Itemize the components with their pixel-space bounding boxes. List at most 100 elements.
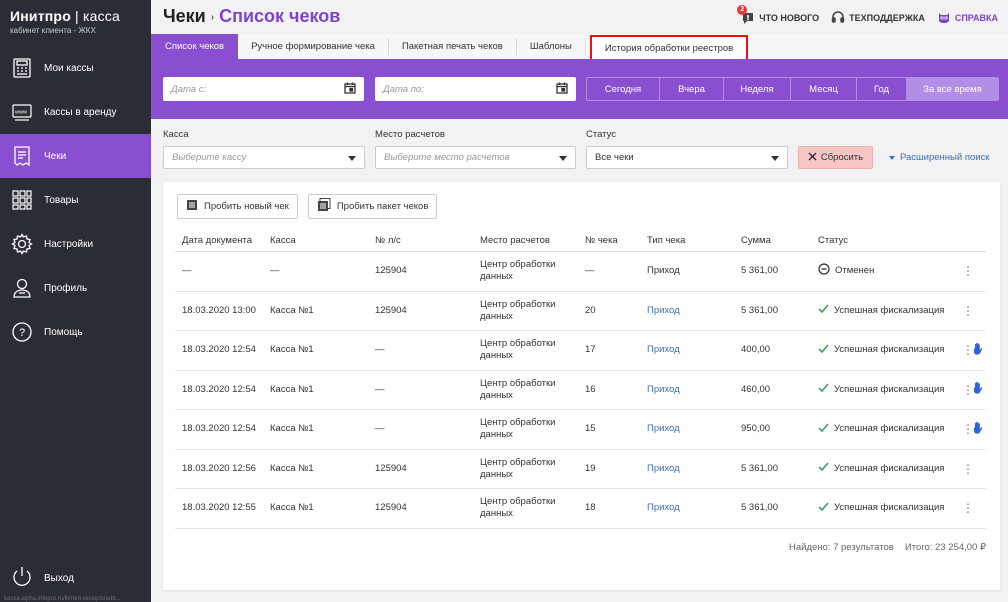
sidebar-item-label: Мои кассы	[44, 62, 94, 74]
col-account[interactable]: № л/с	[375, 235, 401, 247]
cell-sum: 950,00	[741, 423, 771, 435]
cell-kassa: Касса №1	[270, 344, 314, 356]
date-from-input[interactable]: Дата с:	[163, 77, 364, 101]
col-type[interactable]: Тип чека	[647, 235, 685, 247]
calendar-icon[interactable]	[344, 82, 356, 97]
col-number[interactable]: № чека	[585, 235, 618, 247]
logout-button[interactable]: Выход	[10, 565, 74, 592]
period-today[interactable]: Сегодня	[587, 78, 660, 100]
sidebar-item-profile[interactable]: Профиль	[0, 266, 151, 310]
results-total: Итого: 23 254,00 ₽	[904, 542, 986, 553]
table-row[interactable]: — — 125904 Центр обработки данных — Приход 5 3…	[175, 252, 986, 292]
whats-new-link[interactable]: 2 ЧТО НОВОГО	[737, 5, 820, 25]
header-links: 2 ЧТО НОВОГО ТЕХПОДДЕРЖКА СПРАВКА	[737, 5, 998, 26]
cell-account: 125904	[375, 462, 407, 474]
breadcrumb-parent[interactable]: Чеки	[163, 6, 206, 26]
advanced-search-link[interactable]: Расширенный поиск	[889, 152, 989, 163]
cell-account: 125904	[375, 304, 407, 316]
status-select[interactable]: Все чеки	[586, 146, 788, 169]
kassa-select-placeholder: Выберите кассу	[172, 152, 247, 163]
filters: Касса Выберите кассу Место расчетов Выбе…	[151, 119, 1008, 181]
cell-kassa: —	[270, 265, 280, 277]
place-select[interactable]: Выберите место расчетов	[375, 146, 576, 169]
col-sum[interactable]: Сумма	[741, 235, 771, 247]
chevron-down-icon	[559, 156, 567, 161]
table-row[interactable]: 18.03.2020 12:56 Касса №1 125904 Центр обра…	[175, 450, 986, 489]
cell-account: 125904	[375, 265, 407, 277]
col-kassa[interactable]: Касса	[270, 235, 296, 247]
receipt-icon	[10, 144, 34, 168]
cell-number: 19	[585, 462, 596, 474]
sidebar-item-goods[interactable]: Товары	[0, 178, 151, 222]
support-link[interactable]: ТЕХПОДДЕРЖКА	[831, 10, 925, 26]
more-vertical-icon[interactable]: ⋮	[962, 305, 974, 317]
tab-manual-receipt[interactable]: Ручное формирование чека	[238, 38, 389, 55]
col-place[interactable]: Место расчетов	[480, 235, 570, 247]
tab-receipt-list[interactable]: Список чеков	[151, 34, 239, 59]
brand-title[interactable]: Инитпро | касса	[10, 8, 141, 24]
col-status[interactable]: Статус	[818, 235, 848, 247]
brand-product: касса	[82, 8, 120, 24]
tab-templates[interactable]: Шаблоны	[517, 38, 586, 55]
cell-type[interactable]: Приход	[647, 502, 680, 514]
cell-status: Успешная фискализация	[818, 422, 944, 437]
table-row[interactable]: 18.03.2020 12:54 Касса №1 — Центр обработки…	[175, 410, 986, 450]
status-text: Успешная фискализация	[834, 344, 945, 356]
minus-circle-icon	[818, 263, 830, 279]
cell-type[interactable]: Приход	[647, 305, 680, 317]
table-row[interactable]: 18.03.2020 13:00 Касса №1 125904 Центр обра…	[175, 292, 986, 331]
user-icon	[10, 276, 34, 300]
support-label: ТЕХПОДДЕРЖКА	[849, 13, 925, 23]
cell-status: Успешная фискализация	[818, 343, 944, 358]
table-row[interactable]: 18.03.2020 12:55 Касса №1 125904 Центр обра…	[175, 489, 986, 529]
hand-icon[interactable]	[972, 421, 984, 438]
hand-icon[interactable]	[972, 381, 984, 398]
cell-place: Центр обработки данных	[480, 338, 556, 362]
table-row[interactable]: 18.03.2020 12:54 Касса №1 — Центр обработки…	[175, 371, 986, 410]
cell-type[interactable]: Приход	[647, 384, 680, 396]
new-receipt-button[interactable]: Пробить новый чек	[177, 194, 298, 219]
period-all-time[interactable]: За все время	[907, 78, 998, 100]
sidebar-item-my-registers[interactable]: Мои кассы	[0, 46, 151, 90]
date-filter-bar: Дата с: Дата по: Сегодня Вчера Неделя Ме…	[151, 59, 1008, 119]
cell-number: 16	[585, 383, 596, 395]
sidebar-item-help[interactable]: ? Помощь	[0, 310, 151, 354]
chevron-down-icon	[771, 156, 779, 161]
more-vertical-icon[interactable]: ⋮	[962, 265, 974, 277]
more-vertical-icon[interactable]: ⋮	[962, 502, 974, 514]
cell-date: 18.03.2020 12:54	[182, 423, 256, 435]
period-year[interactable]: Год	[857, 78, 907, 100]
batch-receipts-button[interactable]: Пробить пакет чеков	[307, 194, 438, 219]
cell-place: Центр обработки данных	[480, 456, 556, 480]
cell-date: 18.03.2020 12:54	[182, 344, 256, 356]
close-icon	[808, 151, 817, 164]
sidebar-item-label: Помощь	[44, 326, 83, 338]
period-yesterday[interactable]: Вчера	[660, 78, 724, 100]
period-week[interactable]: Неделя	[724, 78, 791, 100]
hand-icon[interactable]	[972, 342, 984, 359]
reset-button[interactable]: Сбросить	[798, 146, 873, 169]
check-icon	[818, 422, 829, 437]
period-month[interactable]: Месяц	[791, 78, 857, 100]
help-link[interactable]: СПРАВКА	[937, 10, 998, 26]
cell-type[interactable]: Приход	[647, 463, 680, 475]
status-text: Отменен	[835, 265, 875, 277]
col-date[interactable]: Дата документа	[182, 235, 252, 247]
sidebar-item-settings[interactable]: Настройки	[0, 222, 151, 266]
whats-new-label: ЧТО НОВОГО	[759, 13, 820, 23]
cell-type[interactable]: Приход	[647, 344, 680, 356]
calendar-icon[interactable]	[556, 82, 568, 97]
tab-registry-history[interactable]: История обработки реестров	[589, 35, 749, 61]
reset-label: Сбросить	[820, 152, 864, 163]
table-row[interactable]: 18.03.2020 12:54 Касса №1 — Центр обработки…	[175, 331, 986, 371]
period-selector: Сегодня Вчера Неделя Месяц Год За все вр…	[586, 77, 999, 101]
sidebar-item-rent-registers[interactable]: www Кассы в аренду	[0, 90, 151, 134]
more-vertical-icon[interactable]: ⋮	[962, 463, 974, 475]
cell-type[interactable]: Приход	[647, 423, 680, 435]
sidebar-item-receipts[interactable]: Чеки	[0, 134, 151, 178]
tab-batch-print[interactable]: Пакетная печать чеков	[389, 38, 517, 55]
cell-kassa: Касса №1	[270, 462, 314, 474]
cell-date: 18.03.2020 12:54	[182, 383, 256, 395]
kassa-select[interactable]: Выберите кассу	[163, 146, 365, 169]
date-to-input[interactable]: Дата по:	[375, 77, 576, 101]
